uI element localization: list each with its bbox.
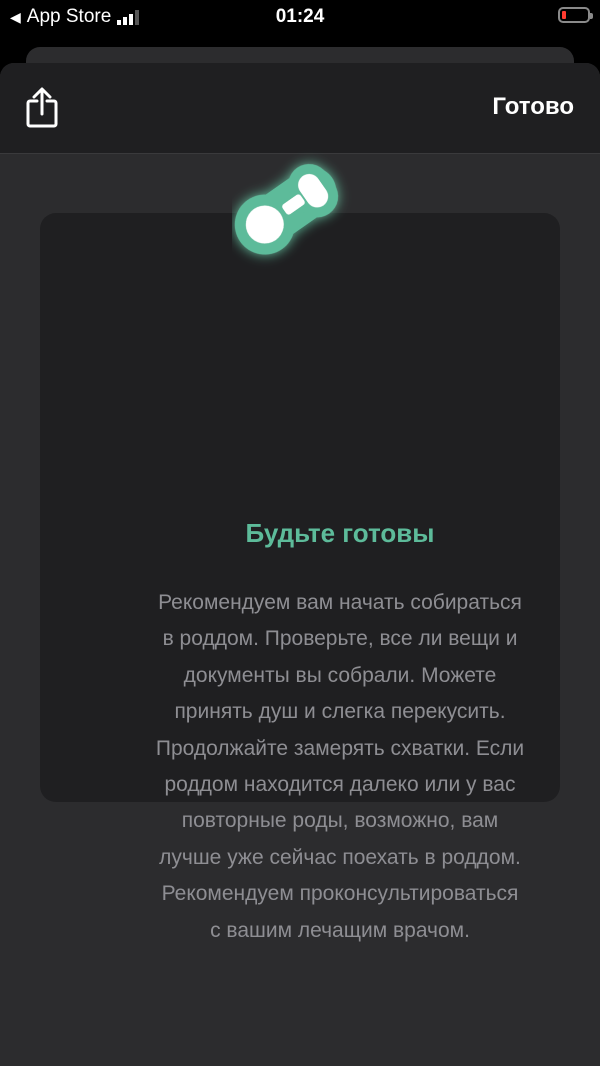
- body-line: Рекомендуем проконсультироваться: [161, 882, 519, 906]
- body-line: Продолжайте замерять схватки. Если: [155, 736, 525, 760]
- done-button[interactable]: Готово: [492, 93, 574, 121]
- body-line: лучше уже сейчас поехать в роддом.: [159, 845, 521, 869]
- body-line: принять душ и слегка перекусить.: [174, 700, 506, 724]
- body-line: Рекомендуем вам начать собираться: [158, 591, 522, 614]
- battery-icon: [558, 7, 593, 23]
- pacifier-icon: [234, 163, 339, 255]
- share-button[interactable]: [22, 85, 62, 131]
- body-line: повторные роды, возможно, вам: [181, 809, 499, 833]
- body-line: с вашим лечащим врачом.: [210, 918, 470, 942]
- status-time: 01:24: [275, 6, 325, 27]
- body-line: роддом находится далеко или у вас: [164, 773, 516, 797]
- status-bar: ◀ App Store 01:24: [0, 0, 600, 34]
- body-line: в роддом. Проверьте, все ли вещи и: [162, 627, 518, 651]
- nav-bar: Готово: [0, 63, 600, 154]
- body-line: документы вы собрали. Можете: [183, 663, 497, 687]
- info-card: Будьте готовы Рекомендуем вам начать соб…: [40, 213, 560, 942]
- card-title: Будьте готовы: [245, 518, 435, 548]
- modal-sheet: Готово Будьте готовы Рекомендуем вам нач…: [0, 63, 600, 1066]
- card-body: Рекомендуем вам начать собираться в родд…: [130, 585, 550, 949]
- share-icon: [26, 87, 58, 128]
